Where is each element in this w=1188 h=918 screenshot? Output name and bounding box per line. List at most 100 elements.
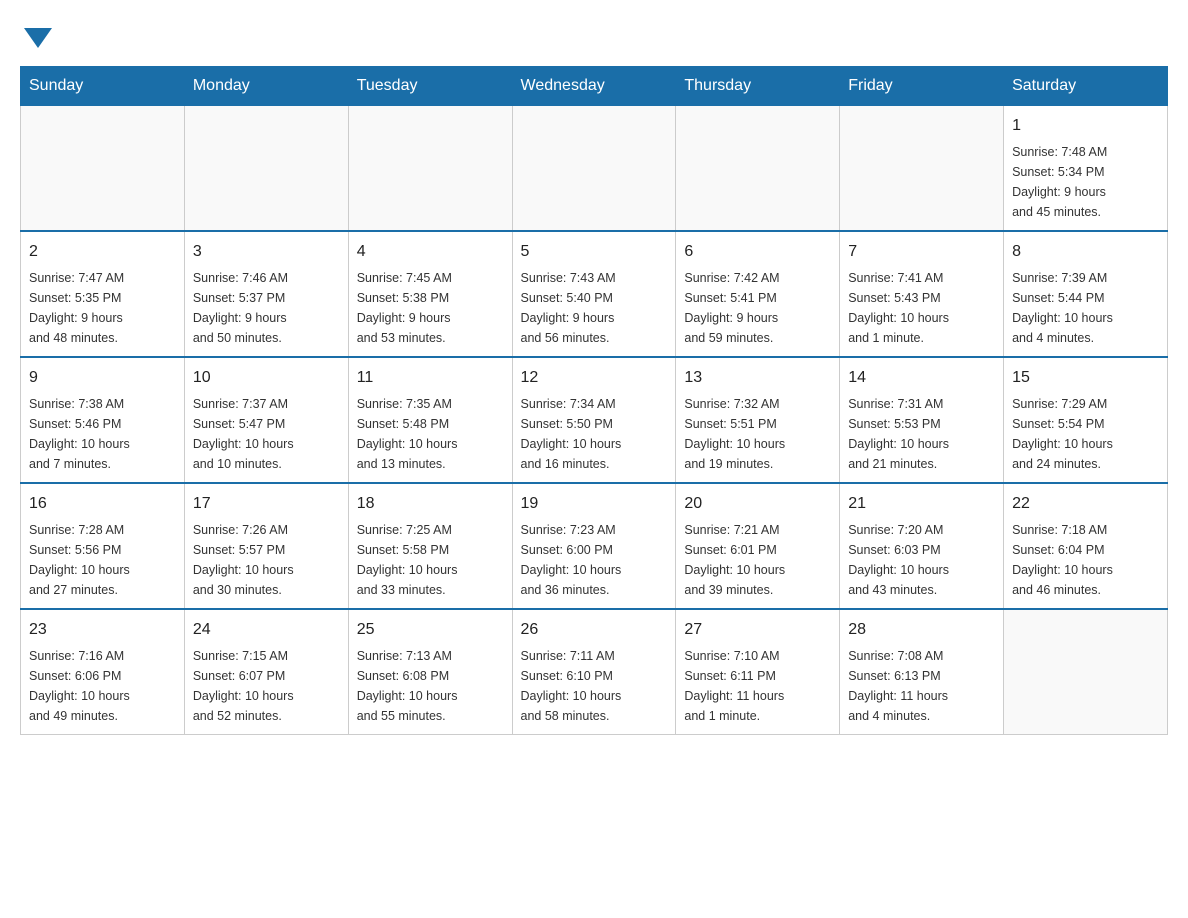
calendar-cell: 19 Sunrise: 7:23 AMSunset: 6:00 PMDayligh… [512, 483, 676, 609]
day-info: Sunrise: 7:32 AMSunset: 5:51 PMDaylight:… [684, 394, 831, 474]
calendar-cell: 25 Sunrise: 7:13 AMSunset: 6:08 PMDayligh… [348, 609, 512, 735]
day-number: 6 [684, 240, 831, 264]
logo-arrow-icon [24, 28, 52, 48]
calendar-cell: 23 Sunrise: 7:16 AMSunset: 6:06 PMDayligh… [21, 609, 185, 735]
calendar-week-row: 1 Sunrise: 7:48 AMSunset: 5:34 PMDaylight… [21, 106, 1168, 232]
calendar-table: SundayMondayTuesdayWednesdayThursdayFrid… [20, 66, 1168, 735]
calendar-cell: 11 Sunrise: 7:35 AMSunset: 5:48 PMDayligh… [348, 357, 512, 483]
day-info: Sunrise: 7:47 AMSunset: 5:35 PMDaylight:… [29, 268, 176, 348]
day-number: 3 [193, 240, 340, 264]
day-header-tuesday: Tuesday [348, 67, 512, 106]
day-info: Sunrise: 7:23 AMSunset: 6:00 PMDaylight:… [521, 520, 668, 600]
day-info: Sunrise: 7:45 AMSunset: 5:38 PMDaylight:… [357, 268, 504, 348]
day-header-sunday: Sunday [21, 67, 185, 106]
calendar-cell [1004, 609, 1168, 735]
day-info: Sunrise: 7:10 AMSunset: 6:11 PMDaylight:… [684, 646, 831, 726]
calendar-cell: 3 Sunrise: 7:46 AMSunset: 5:37 PMDaylight… [184, 231, 348, 357]
calendar-cell: 13 Sunrise: 7:32 AMSunset: 5:51 PMDayligh… [676, 357, 840, 483]
day-info: Sunrise: 7:37 AMSunset: 5:47 PMDaylight:… [193, 394, 340, 474]
day-info: Sunrise: 7:15 AMSunset: 6:07 PMDaylight:… [193, 646, 340, 726]
day-number: 24 [193, 618, 340, 642]
day-number: 9 [29, 366, 176, 390]
day-info: Sunrise: 7:28 AMSunset: 5:56 PMDaylight:… [29, 520, 176, 600]
day-number: 10 [193, 366, 340, 390]
day-number: 23 [29, 618, 176, 642]
day-number: 11 [357, 366, 504, 390]
day-number: 13 [684, 366, 831, 390]
day-info: Sunrise: 7:21 AMSunset: 6:01 PMDaylight:… [684, 520, 831, 600]
calendar-cell: 5 Sunrise: 7:43 AMSunset: 5:40 PMDaylight… [512, 231, 676, 357]
day-number: 5 [521, 240, 668, 264]
day-number: 12 [521, 366, 668, 390]
day-info: Sunrise: 7:13 AMSunset: 6:08 PMDaylight:… [357, 646, 504, 726]
calendar-cell: 8 Sunrise: 7:39 AMSunset: 5:44 PMDaylight… [1004, 231, 1168, 357]
day-number: 22 [1012, 492, 1159, 516]
day-number: 19 [521, 492, 668, 516]
calendar-cell: 4Sunrise: 7:45 AMSunset: 5:38 PMDaylight… [348, 231, 512, 357]
day-info: Sunrise: 7:26 AMSunset: 5:57 PMDaylight:… [193, 520, 340, 600]
day-info: Sunrise: 7:18 AMSunset: 6:04 PMDaylight:… [1012, 520, 1159, 600]
day-info: Sunrise: 7:38 AMSunset: 5:46 PMDaylight:… [29, 394, 176, 474]
calendar-cell: 12Sunrise: 7:34 AMSunset: 5:50 PMDayligh… [512, 357, 676, 483]
day-info: Sunrise: 7:11 AMSunset: 6:10 PMDaylight:… [521, 646, 668, 726]
calendar-week-row: 23 Sunrise: 7:16 AMSunset: 6:06 PMDayligh… [21, 609, 1168, 735]
calendar-cell: 6 Sunrise: 7:42 AMSunset: 5:41 PMDaylight… [676, 231, 840, 357]
day-info: Sunrise: 7:41 AMSunset: 5:43 PMDaylight:… [848, 268, 995, 348]
calendar-cell: 21 Sunrise: 7:20 AMSunset: 6:03 PMDayligh… [840, 483, 1004, 609]
page-header [20, 20, 1168, 46]
day-number: 8 [1012, 240, 1159, 264]
day-info: Sunrise: 7:35 AMSunset: 5:48 PMDaylight:… [357, 394, 504, 474]
day-header-thursday: Thursday [676, 67, 840, 106]
day-header-wednesday: Wednesday [512, 67, 676, 106]
calendar-cell: 2 Sunrise: 7:47 AMSunset: 5:35 PMDaylight… [21, 231, 185, 357]
day-info: Sunrise: 7:42 AMSunset: 5:41 PMDaylight:… [684, 268, 831, 348]
day-number: 16 [29, 492, 176, 516]
calendar-cell: 17 Sunrise: 7:26 AMSunset: 5:57 PMDayligh… [184, 483, 348, 609]
day-number: 21 [848, 492, 995, 516]
day-number: 28 [848, 618, 995, 642]
calendar-week-row: 9 Sunrise: 7:38 AMSunset: 5:46 PMDaylight… [21, 357, 1168, 483]
day-header-monday: Monday [184, 67, 348, 106]
calendar-cell: 24 Sunrise: 7:15 AMSunset: 6:07 PMDayligh… [184, 609, 348, 735]
calendar-cell: 9 Sunrise: 7:38 AMSunset: 5:46 PMDaylight… [21, 357, 185, 483]
day-header-saturday: Saturday [1004, 67, 1168, 106]
day-info: Sunrise: 7:43 AMSunset: 5:40 PMDaylight:… [521, 268, 668, 348]
day-info: Sunrise: 7:29 AMSunset: 5:54 PMDaylight:… [1012, 394, 1159, 474]
day-info: Sunrise: 7:46 AMSunset: 5:37 PMDaylight:… [193, 268, 340, 348]
calendar-cell: 7 Sunrise: 7:41 AMSunset: 5:43 PMDaylight… [840, 231, 1004, 357]
calendar-cell: 1 Sunrise: 7:48 AMSunset: 5:34 PMDaylight… [1004, 106, 1168, 232]
calendar-week-row: 2 Sunrise: 7:47 AMSunset: 5:35 PMDaylight… [21, 231, 1168, 357]
day-number: 2 [29, 240, 176, 264]
calendar-cell: 18 Sunrise: 7:25 AMSunset: 5:58 PMDayligh… [348, 483, 512, 609]
calendar-cell [676, 106, 840, 232]
logo [20, 20, 52, 46]
calendar-cell: 20 Sunrise: 7:21 AMSunset: 6:01 PMDayligh… [676, 483, 840, 609]
calendar-cell: 22 Sunrise: 7:18 AMSunset: 6:04 PMDayligh… [1004, 483, 1168, 609]
day-number: 7 [848, 240, 995, 264]
day-info: Sunrise: 7:48 AMSunset: 5:34 PMDaylight:… [1012, 142, 1159, 222]
calendar-cell [348, 106, 512, 232]
calendar-cell: 15 Sunrise: 7:29 AMSunset: 5:54 PMDayligh… [1004, 357, 1168, 483]
day-info: Sunrise: 7:16 AMSunset: 6:06 PMDaylight:… [29, 646, 176, 726]
calendar-cell [184, 106, 348, 232]
day-info: Sunrise: 7:39 AMSunset: 5:44 PMDaylight:… [1012, 268, 1159, 348]
day-info: Sunrise: 7:25 AMSunset: 5:58 PMDaylight:… [357, 520, 504, 600]
day-number: 20 [684, 492, 831, 516]
calendar-cell [512, 106, 676, 232]
calendar-cell [21, 106, 185, 232]
day-number: 25 [357, 618, 504, 642]
day-info: Sunrise: 7:20 AMSunset: 6:03 PMDaylight:… [848, 520, 995, 600]
calendar-cell: 28Sunrise: 7:08 AMSunset: 6:13 PMDayligh… [840, 609, 1004, 735]
day-number: 27 [684, 618, 831, 642]
day-header-friday: Friday [840, 67, 1004, 106]
day-number: 17 [193, 492, 340, 516]
day-number: 1 [1012, 114, 1159, 138]
day-number: 15 [1012, 366, 1159, 390]
calendar-cell: 10 Sunrise: 7:37 AMSunset: 5:47 PMDayligh… [184, 357, 348, 483]
day-number: 18 [357, 492, 504, 516]
calendar-cell: 27 Sunrise: 7:10 AMSunset: 6:11 PMDayligh… [676, 609, 840, 735]
day-number: 26 [521, 618, 668, 642]
calendar-cell: 16 Sunrise: 7:28 AMSunset: 5:56 PMDayligh… [21, 483, 185, 609]
day-info: Sunrise: 7:31 AMSunset: 5:53 PMDaylight:… [848, 394, 995, 474]
day-number: 14 [848, 366, 995, 390]
